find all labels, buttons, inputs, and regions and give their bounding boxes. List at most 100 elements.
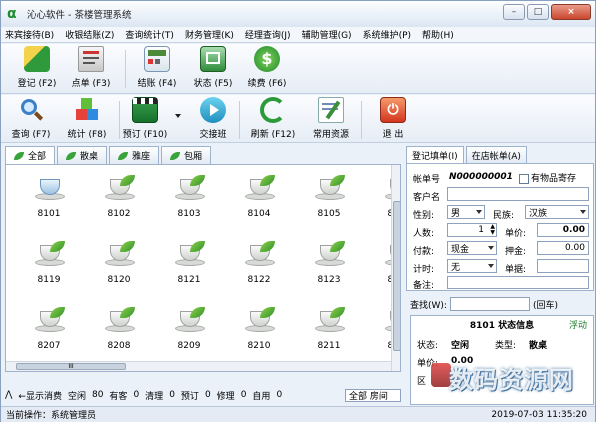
teacup-icon xyxy=(32,173,66,203)
teacup-icon xyxy=(242,239,276,269)
cubes-icon xyxy=(74,97,100,123)
menu-aux[interactable]: 辅助管理(G) xyxy=(302,28,352,41)
status-button[interactable]: 状态 (F5) xyxy=(185,46,241,89)
deposit-input[interactable]: 0.00 xyxy=(537,241,589,255)
room-filter-select[interactable]: 全部 房间 xyxy=(345,388,401,402)
room-tile[interactable]: 8121 xyxy=(154,235,224,295)
people-label: 人数: xyxy=(413,229,435,239)
remark-input[interactable] xyxy=(447,276,589,289)
guest-input[interactable] xyxy=(447,187,589,201)
room-number: 8208 xyxy=(107,341,131,351)
checkout-button[interactable]: 结账 (F4) xyxy=(129,46,185,89)
tab-hall[interactable]: 散桌 xyxy=(57,146,108,164)
info-area-label: 区 xyxy=(417,377,427,387)
menu-help[interactable]: 帮助(H) xyxy=(422,28,454,41)
search-input[interactable] xyxy=(449,297,530,311)
menu-bar: 来宾接待(B) 收银结账(Z) 查询统计(T) 财务管理(K) 经理查询(J) … xyxy=(1,27,595,43)
shift-handover-button[interactable]: 交接班 xyxy=(185,97,241,140)
people-stepper[interactable]: 1 ▲ ▼ xyxy=(447,223,497,237)
register-button[interactable]: 登记 (F2) xyxy=(9,46,65,89)
room-tile[interactable]: 8104 xyxy=(224,169,294,229)
store-items-checkbox[interactable]: 有物品寄存 xyxy=(519,171,576,184)
room-tile[interactable]: 8102 xyxy=(84,169,154,229)
tab-private-room[interactable]: 包厢 xyxy=(161,146,212,164)
menu-system[interactable]: 系统维护(P) xyxy=(363,28,411,41)
room-tile[interactable]: 8210 xyxy=(224,301,294,361)
maximize-button[interactable]: □ xyxy=(527,4,549,20)
refresh-button[interactable]: 刷新 (F12) xyxy=(245,97,301,140)
voucher-input[interactable] xyxy=(537,259,589,273)
room-tile[interactable]: 8119 xyxy=(14,235,84,295)
room-number: 8210 xyxy=(247,341,271,351)
room-tile[interactable]: 8211 xyxy=(294,301,364,361)
menu-manager[interactable]: 经理查询(J) xyxy=(245,28,291,41)
app-logo-icon: α xyxy=(7,6,17,22)
payment-label: 付款: xyxy=(413,247,435,257)
renew-button[interactable]: $ 续费 (F6) xyxy=(239,46,295,89)
price-label: 单价: xyxy=(505,229,527,239)
room-tile[interactable]: 8123 xyxy=(294,235,364,295)
reserve-dropdown-icon[interactable] xyxy=(175,114,181,118)
count-repair: 0 xyxy=(240,390,247,400)
reserve-button[interactable]: 预订 (F10) xyxy=(117,97,173,140)
room-tile[interactable]: 8120 xyxy=(84,235,154,295)
room-number: 8102 xyxy=(107,209,131,219)
exit-button[interactable]: ⏻ 退 出 xyxy=(365,97,421,140)
room-tile[interactable]: 8208 xyxy=(84,301,154,361)
room-tile[interactable]: 8105 xyxy=(294,169,364,229)
room-tile[interactable]: 8103 xyxy=(154,169,224,229)
menu-query[interactable]: 查询统计(T) xyxy=(125,28,174,41)
stepper-arrows-icon[interactable]: ▲ ▼ xyxy=(490,224,495,236)
timer-select[interactable]: 无 xyxy=(447,259,497,273)
room-tile[interactable]: 8209 xyxy=(154,301,224,361)
leaf-icon xyxy=(170,151,181,160)
room-filter-value: 全部 房间 xyxy=(349,391,388,402)
stats-button[interactable]: 统计 (F8) xyxy=(59,97,115,140)
timer-label: 计时: xyxy=(413,265,435,275)
tab-hall-label: 散桌 xyxy=(80,152,99,162)
watermark: 数码资源网 xyxy=(449,366,574,394)
payment-select[interactable]: 现金 xyxy=(447,241,497,255)
nation-select[interactable]: 汉族 xyxy=(525,205,589,219)
tab-booth[interactable]: 雅座 xyxy=(109,146,160,164)
vertical-scrollbar[interactable] xyxy=(391,165,400,371)
query-button[interactable]: 查询 (F7) xyxy=(3,97,59,140)
room-tile[interactable]: 8101 xyxy=(14,169,84,229)
register-label: 登记 (F2) xyxy=(17,79,57,89)
show-consumption-toggle[interactable]: ←显示消费 xyxy=(18,389,62,402)
room-tile[interactable]: 8207 xyxy=(14,301,84,361)
store-items-check-icon[interactable] xyxy=(519,173,529,184)
title-bar: α 沁心软件 - 茶楼管理系统 – □ × xyxy=(1,1,595,27)
menu-finance[interactable]: 财务管理(K) xyxy=(185,28,234,41)
toolbar-top: 登记 (F2) 点单 (F3) 结账 (F4) 状态 (F5) $ 续费 (F6… xyxy=(1,44,595,94)
close-button[interactable]: × xyxy=(551,4,591,20)
room-number: 8122 xyxy=(247,275,271,285)
menu-reception[interactable]: 来宾接待(B) xyxy=(5,28,54,41)
renew-label: 续费 (F6) xyxy=(247,79,287,89)
room-tile[interactable]: 8122 xyxy=(224,235,294,295)
teacup-icon xyxy=(172,305,206,335)
register-form: 帐单号 N000000001 有物品寄存 客户名 性别: 男 民族: 汉族 人数… xyxy=(406,163,594,291)
count-free: 80 xyxy=(91,390,104,400)
resources-label: 常用资源 xyxy=(312,130,349,140)
horizontal-scrollbar[interactable]: III xyxy=(6,361,391,371)
resources-button[interactable]: 常用资源 xyxy=(303,97,359,140)
float-toggle[interactable]: 浮动 xyxy=(569,318,587,331)
tab-in-store-bills[interactable]: 在店帐单(A) xyxy=(465,146,527,163)
menu-checkout[interactable]: 收银结账(Z) xyxy=(65,28,114,41)
query-label: 查询 (F7) xyxy=(11,130,51,140)
teacup-icon xyxy=(32,239,66,269)
price-input[interactable]: 0.00 xyxy=(537,223,589,237)
vertical-scroll-thumb[interactable] xyxy=(393,201,400,351)
order-button[interactable]: 点单 (F3) xyxy=(63,46,119,89)
tab-booth-label: 雅座 xyxy=(132,152,151,162)
room-number: 8105 xyxy=(317,209,341,219)
tab-register-form[interactable]: 登记填单(I) xyxy=(406,146,464,163)
room-category-tabs: 全部 散桌 雅座 包厢 xyxy=(5,146,213,164)
room-number: 8120 xyxy=(107,275,131,285)
expand-icon[interactable]: ⋀ xyxy=(5,390,12,400)
horizontal-scroll-thumb[interactable]: III xyxy=(16,363,126,370)
sex-select[interactable]: 男 xyxy=(447,205,485,219)
minimize-button[interactable]: – xyxy=(503,4,525,20)
tab-all[interactable]: 全部 xyxy=(5,146,56,164)
